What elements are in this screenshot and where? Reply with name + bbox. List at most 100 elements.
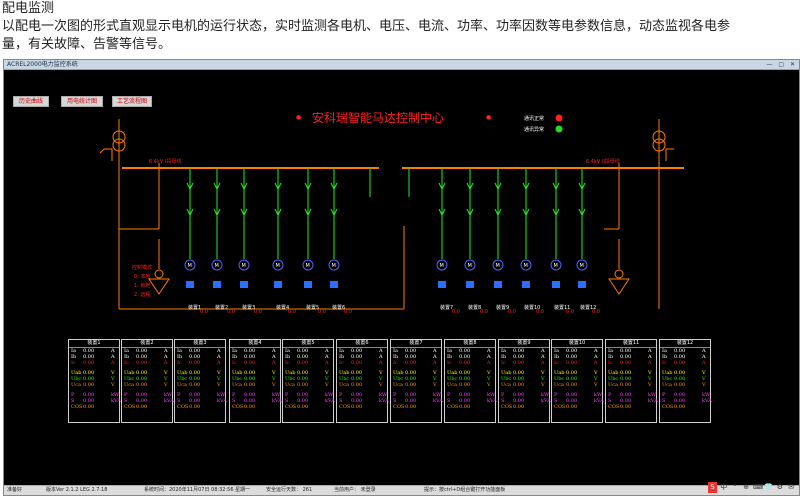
panel-value: 0.00 [674,404,686,410]
panel-label: Ic [232,360,237,366]
panel-label: COS [232,404,244,410]
device-reading: 0.0 [566,309,574,315]
device-panel: 装置12 Ia 0.00 A Ib 0.00 A Ic 0.00 A Uab 0.00 V Ubc 0.00… [659,339,712,423]
panel-label: COS [447,404,459,410]
panel-unit: V [325,382,329,388]
page-description-line2: 量，有关故障、告警等信号。 [2,37,172,52]
device-panel-title: 装置11 [606,340,656,348]
panel-value: 0.00 [351,382,363,388]
panel-row: Uca 0.00 V [606,382,656,388]
device-panel-title: 装置6 [337,340,387,348]
device-reading: 0.0 [288,309,296,315]
panel-label: Uca [124,382,134,388]
device-reading: 0.0 [508,309,516,315]
panel-label: COS [71,404,83,410]
device-panel: 装置5 Ia 0.00 A Ib 0.00 A Ic 0.00 A Uab 0.00 V Ubc 0.00 V… [282,339,335,423]
panel-value: 0.00 [513,404,525,410]
device-block-icon [494,281,502,288]
panel-label: COS [124,404,136,410]
device-panel: 装置11 Ia 0.00 A Ib 0.00 A Ic 0.00 A Uab 0.00 V Ubc 0.00… [605,339,658,423]
panel-row: Ic 0.00 A [69,360,119,366]
punctuation-icon[interactable]: ° [730,482,739,493]
control-mode-title: 控制模式 [132,264,152,271]
panel-value: 0.00 [136,382,148,388]
panel-unit: A [433,360,437,366]
device-panel-title: 装置2 [122,340,172,348]
panel-row: COS 0.00 [69,404,119,410]
panel-row: Uca 0.00 V [230,382,280,388]
comm-normal-label: 通讯正常 [524,115,544,122]
panel-value: 0.00 [136,404,148,410]
panel-value: 0.00 [620,360,632,366]
motor-letter: M [524,263,528,269]
panel-row: COS 0.00 [230,404,280,410]
emoji-icon[interactable]: ⊕ [742,482,751,493]
panel-value: 0.00 [351,404,363,410]
motor-letter: M [468,263,472,269]
panel-value: 0.00 [459,404,471,410]
panel-row: Ic 0.00 A [391,360,441,366]
panel-label: Ic [393,360,398,366]
device-panel-title: 装置9 [499,340,549,348]
panel-unit: A [164,360,168,366]
device-reading: 0.0 [536,309,544,315]
device-panel: 装置6 Ia 0.00 A Ib 0.00 A Ic 0.00 A Uab 0.00 V Ubc 0.00 V… [336,339,389,423]
ime-chinese-icon[interactable]: 中 [719,482,728,493]
panel-row: Ic 0.00 A [230,360,280,366]
panel-row: COS 0.00 [606,404,656,410]
panel-row: COS 0.00 [660,404,710,410]
panel-row: Ic 0.00 A [175,360,225,366]
panel-label: Uca [554,382,564,388]
panel-value: 0.00 [189,404,201,410]
panel-label: COS [608,404,620,410]
panel-label: Uca [447,382,457,388]
device-reading: 0.0 [344,309,352,315]
device-panel: 装置3 Ia 0.00 A Ib 0.00 A Ic 0.00 A Uab 0.00 V Ubc 0.00 V… [174,339,227,423]
panel-unit: A [272,360,276,366]
panel-value: 0.00 [674,382,686,388]
panel-value: 0.00 [189,382,201,388]
panel-value: 0.00 [405,360,417,366]
device-panel-title: 装置10 [552,340,602,348]
device-panel: 装置9 Ia 0.00 A Ib 0.00 A Ic 0.00 A Uab 0.00 V Ubc 0.00 V… [498,339,551,423]
panel-label: Uca [662,382,672,388]
panel-label: Uca [393,382,403,388]
panel-row: Ic 0.00 A [283,360,333,366]
skin-icon[interactable]: 👕 [764,482,773,493]
panel-unit: A [325,360,329,366]
status-user: 当前用户： 未登录 [334,487,376,493]
device-reading: 0.0 [592,309,600,315]
panel-row: COS 0.00 [499,404,549,410]
status-bar: 准备好 版本Ver 2.1.2 LEG 2.7.18 系统时间：2020年11月… [4,485,799,495]
panel-label: COS [393,404,405,410]
keyboard-icon[interactable]: ⌨ [753,482,763,493]
panel-label: Ic [71,360,76,366]
comm-abnormal-indicator [555,125,563,133]
panel-row: Ic 0.00 A [499,360,549,366]
panel-label: Uca [177,382,187,388]
device-reading: 0.0 [480,309,488,315]
device-panel: 装置7 Ia 0.00 A Ib 0.00 A Ic 0.00 A Uab 0.00 V Ubc 0.00 V… [390,339,443,423]
panel-unit: A [217,360,221,366]
status-hint: 提示：按ctrl+D组合键打开功能面板 [424,487,506,493]
window-controls[interactable]: — ▢ ✕ [766,61,797,68]
sogou-icon[interactable]: S [708,482,717,493]
panel-label: Ic [662,360,667,366]
panel-row: Ic 0.00 A [606,360,656,366]
panel-label: COS [662,404,674,410]
device-reading: 0.0 [318,309,326,315]
motor-letter: M [440,263,444,269]
settings-icon[interactable]: ⚙ [775,482,784,493]
device-block-icon [522,281,530,288]
status-running-days: 安全运行天数： 261 [266,487,313,493]
device-panel: 装置4 Ia 0.00 A Ib 0.00 A Ic 0.00 A Uab 0.00 V Ubc 0.00 V… [229,339,282,423]
right-pt-transformer [608,239,630,295]
system-tray: S 中 ° ⊕ ⌨ 👕 ⚙ ✉ [708,482,796,493]
panel-value: 0.00 [351,360,363,366]
panel-row: Uca 0.00 V [122,382,172,388]
message-icon[interactable]: ✉ [787,482,796,493]
panel-label: COS [501,404,513,410]
comm-normal-indicator [555,114,563,122]
device-block-icon [213,281,221,288]
motor-letter: M [215,263,219,269]
